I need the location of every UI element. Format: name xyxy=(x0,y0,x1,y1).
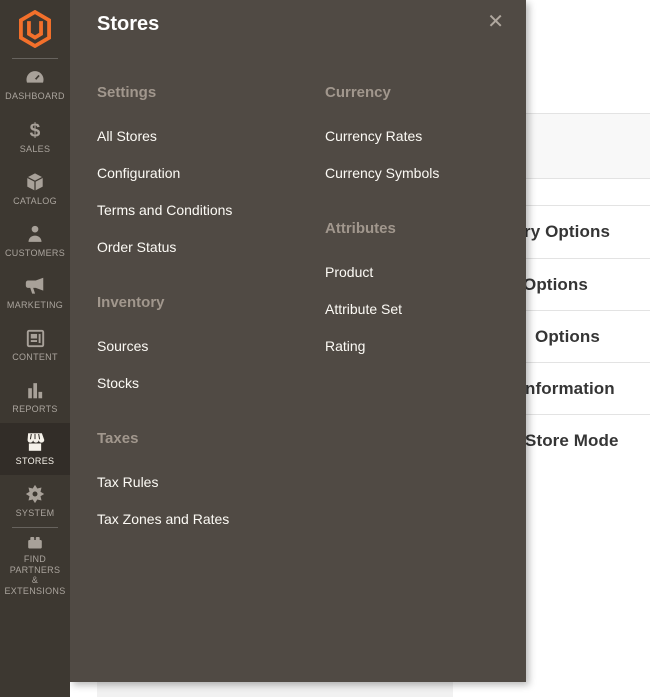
menu-link-terms-and-conditions[interactable]: Terms and Conditions xyxy=(97,202,312,218)
sidebar-item-label: SYSTEM xyxy=(16,508,55,519)
reports-icon xyxy=(24,380,46,401)
config-section-row[interactable]: Options xyxy=(521,258,650,310)
menu-section-header: Attributes xyxy=(325,220,540,238)
sidebar-item-stores[interactable]: STORES xyxy=(0,423,70,475)
menu-section-header: Inventory xyxy=(97,294,312,312)
flyout-column-1: Settings All Stores Configuration Terms … xyxy=(97,84,312,566)
config-section-label: Store Mode xyxy=(525,431,619,451)
sidebar-item-label: FIND PARTNERS& EXTENSIONS xyxy=(0,554,70,596)
menu-link-tax-zones-and-rates[interactable]: Tax Zones and Rates xyxy=(97,511,312,527)
config-section-row[interactable]: Options xyxy=(521,310,650,362)
menu-link-product[interactable]: Product xyxy=(325,264,540,280)
sidebar-item-label: CONTENT xyxy=(12,352,58,363)
sales-icon: $ xyxy=(24,120,46,141)
menu-link-all-stores[interactable]: All Stores xyxy=(97,128,312,144)
customers-icon xyxy=(25,223,45,245)
menu-link-rating[interactable]: Rating xyxy=(325,338,540,354)
sidebar-item-find-partners[interactable]: FIND PARTNERS& EXTENSIONS xyxy=(0,534,70,596)
close-icon[interactable]: ✕ xyxy=(487,8,504,36)
sidebar-divider xyxy=(12,527,58,528)
menu-section-currency: Currency Currency Rates Currency Symbols xyxy=(325,84,540,181)
sidebar-item-label: MARKETING xyxy=(7,300,63,311)
config-section-row[interactable]: nformation xyxy=(521,362,650,414)
sidebar-item-label: SALES xyxy=(20,144,51,155)
flyout-column-2: Currency Currency Rates Currency Symbols… xyxy=(325,84,540,393)
sidebar-item-label: CATALOG xyxy=(13,196,57,207)
menu-link-currency-rates[interactable]: Currency Rates xyxy=(325,128,540,144)
menu-section-settings: Settings All Stores Configuration Terms … xyxy=(97,84,312,255)
menu-section-header: Currency xyxy=(325,84,540,102)
sidebar-item-content[interactable]: CONTENT xyxy=(0,319,70,371)
sidebar-item-system[interactable]: SYSTEM xyxy=(0,475,70,527)
sidebar-item-label: DASHBOARD xyxy=(5,91,65,102)
config-section-row[interactable]: ry Options xyxy=(521,205,650,258)
menu-section-header: Settings xyxy=(97,84,312,102)
admin-sidebar: DASHBOARD $ SALES CATALOG CUSTOMERS xyxy=(0,0,70,697)
menu-link-configuration[interactable]: Configuration xyxy=(97,165,312,181)
magento-logo[interactable] xyxy=(0,0,70,58)
menu-link-sources[interactable]: Sources xyxy=(97,338,312,354)
sidebar-item-label: STORES xyxy=(16,456,55,467)
menu-section-header: Taxes xyxy=(97,430,312,448)
system-icon xyxy=(24,483,46,505)
menu-link-currency-symbols[interactable]: Currency Symbols xyxy=(325,165,540,181)
stores-icon xyxy=(23,431,47,453)
content-icon xyxy=(25,328,46,349)
dashboard-icon xyxy=(24,68,46,88)
menu-section-attributes: Attributes Product Attribute Set Rating xyxy=(325,220,540,354)
magento-logo-icon xyxy=(18,10,52,48)
magento-admin-screen: ry Options Options Options nformation St… xyxy=(0,0,650,697)
menu-section-taxes: Taxes Tax Rules Tax Zones and Rates xyxy=(97,430,312,527)
menu-link-stocks[interactable]: Stocks xyxy=(97,375,312,391)
menu-link-tax-rules[interactable]: Tax Rules xyxy=(97,474,312,490)
extensions-icon xyxy=(24,534,46,551)
stores-flyout-menu: Stores ✕ Settings All Stores Configurati… xyxy=(70,0,526,682)
sidebar-item-dashboard[interactable]: DASHBOARD xyxy=(0,59,70,111)
menu-link-attribute-set[interactable]: Attribute Set xyxy=(325,301,540,317)
sidebar-item-marketing[interactable]: MARKETING xyxy=(0,267,70,319)
catalog-icon xyxy=(24,171,46,193)
config-section-row[interactable]: Store Mode xyxy=(521,414,650,466)
config-section-label: Options xyxy=(535,327,600,347)
page-bottom-panel xyxy=(97,682,453,697)
sidebar-item-sales[interactable]: $ SALES xyxy=(0,111,70,163)
sidebar-item-catalog[interactable]: CATALOG xyxy=(0,163,70,215)
config-section-list: ry Options Options Options nformation St… xyxy=(521,205,650,466)
sidebar-item-reports[interactable]: REPORTS xyxy=(0,371,70,423)
sidebar-item-label: CUSTOMERS xyxy=(5,248,65,259)
marketing-icon xyxy=(24,276,46,297)
menu-section-inventory: Inventory Sources Stocks xyxy=(97,294,312,391)
menu-link-order-status[interactable]: Order Status xyxy=(97,239,312,255)
flyout-title: Stores xyxy=(97,13,159,36)
sidebar-item-label: REPORTS xyxy=(12,404,57,415)
svg-text:$: $ xyxy=(30,120,41,141)
sidebar-item-customers[interactable]: CUSTOMERS xyxy=(0,215,70,267)
